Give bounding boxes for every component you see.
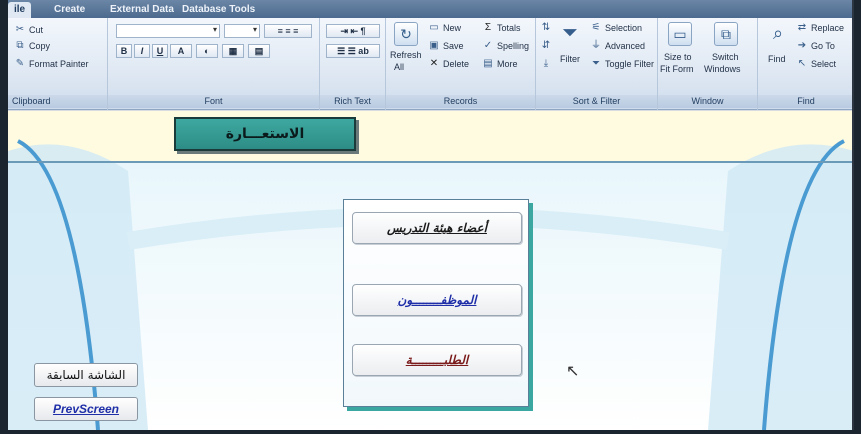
filter-button[interactable]: Filter	[560, 54, 580, 64]
select-button[interactable]: ↖ Select	[796, 58, 836, 70]
scissors-icon: ✂	[15, 24, 25, 35]
delete-record-button[interactable]: ✕ Delete	[428, 58, 469, 70]
sort-desc-button[interactable]: ⇵	[540, 40, 552, 52]
refresh-icon[interactable]: ↻	[394, 22, 418, 46]
cut-button[interactable]: ✂ Cut	[14, 24, 43, 36]
font-label: Font	[108, 95, 319, 108]
advanced-filter-icon: ⏚	[591, 40, 601, 51]
tab-file[interactable]: ile	[8, 2, 32, 18]
toggle-filter-icon: ⏷	[592, 58, 600, 69]
switch-windows-icon[interactable]: ⧉	[714, 22, 738, 46]
chevron-down-icon: ▾	[212, 25, 217, 34]
replace-button[interactable]: ⇄ Replace	[796, 22, 844, 34]
records-label: Records	[386, 95, 535, 108]
records-group: ↻ Refresh All ▭ New ▣ Save ✕ Delete Σ Totals…	[386, 18, 536, 110]
advanced-button[interactable]: ⏚ Advanced	[590, 40, 645, 52]
clipboard-group: ✂ Cut ⧉ Copy ✎ Format Painter Clipboard	[8, 18, 108, 110]
save-icon: ▣	[429, 40, 439, 51]
replace-icon: ⇄	[797, 22, 807, 33]
chevron-down-icon: ▾	[252, 25, 257, 34]
window-label: Window	[658, 95, 757, 108]
tab-create[interactable]: Create	[48, 2, 91, 18]
new-record-button[interactable]: ▭ New	[428, 22, 461, 34]
refresh-all-button[interactable]: Refresh	[390, 50, 422, 60]
copy-button[interactable]: ⧉ Copy	[14, 40, 50, 52]
goto-button[interactable]: ➔ Go To	[796, 40, 835, 52]
more-icon: ▤	[483, 58, 493, 69]
copy-icon: ⧉	[16, 40, 24, 51]
clipboard-label: Clipboard	[8, 95, 107, 108]
sort-filter-group: ⇅ ⇵ ⤓ ⏷ Filter ⚟ Selection ⏚ Advanced ⏷ Tog…	[536, 18, 658, 110]
clear-sort-icon: ⤓	[543, 58, 549, 69]
switch-label[interactable]: Switch	[712, 52, 739, 62]
font-size-combo[interactable]: ▾	[224, 24, 260, 38]
ribbon-tab-strip: ile Create External Data Database Tools	[8, 0, 852, 18]
italic-button[interactable]: I	[134, 44, 150, 58]
selection-icon: ⚟	[591, 22, 601, 33]
fit-form-label[interactable]: Fit Form	[660, 64, 694, 74]
fill-color-button[interactable]: ◐	[196, 44, 218, 58]
sort-descending-icon: ⇵	[541, 40, 551, 51]
align-buttons[interactable]: ≡ ≡ ≡	[264, 24, 312, 38]
size-to-label[interactable]: Size to	[664, 52, 692, 62]
mouse-pointer-icon: ↖	[566, 363, 580, 380]
gridlines-button[interactable]: ▦	[222, 44, 244, 58]
tab-database-tools[interactable]: Database Tools	[176, 2, 261, 18]
sort-asc-button[interactable]: ⇅	[540, 22, 552, 34]
font-color-button[interactable]: A	[170, 44, 192, 58]
toggle-filter-button[interactable]: ⏷ Toggle Filter	[590, 58, 654, 70]
navigation-panel: أعضاء هيئة التدريس الموظفــــــــون الطل…	[343, 199, 529, 407]
sigma-icon: Σ	[484, 22, 492, 33]
more-button[interactable]: ▤ More	[482, 58, 517, 70]
format-painter-button[interactable]: ✎ Format Painter	[14, 58, 89, 70]
ribbon: ✂ Cut ⧉ Copy ✎ Format Painter Clipboard ▾ ▾…	[8, 18, 852, 110]
students-button[interactable]: الطلبـــــــــة	[352, 344, 522, 376]
totals-button[interactable]: Σ Totals	[482, 22, 521, 34]
windows-label[interactable]: Windows	[704, 64, 741, 74]
arrow-right-icon: ➔	[797, 40, 807, 51]
form-title: الاستعـــارة	[174, 117, 356, 151]
spelling-button[interactable]: ✓ Spelling	[482, 40, 529, 52]
bold-button[interactable]: B	[116, 44, 132, 58]
header-divider	[8, 161, 852, 163]
previous-screen-button-ar[interactable]: الشاشة السابقة	[34, 363, 138, 387]
font-group: ▾ ▾ ≡ ≡ ≡ B I U A ◐ ▦ ▤ Font	[108, 18, 320, 110]
new-record-icon: ▭	[429, 22, 439, 33]
form-canvas: الاستعـــارة أعضاء هيئة التدريس الموظفــ…	[8, 111, 852, 430]
find-label: Find	[758, 95, 852, 108]
find-button[interactable]: Find	[768, 54, 786, 64]
rich-text-label: Rich Text	[320, 95, 385, 108]
window-group: ▭ ⧉ Size to Fit Form Switch Windows Wind…	[658, 18, 758, 110]
filter-funnel-icon[interactable]: ⏷	[558, 22, 582, 46]
brush-icon: ✎	[15, 58, 25, 69]
access-window: ile Create External Data Database Tools …	[8, 0, 854, 430]
employees-button[interactable]: الموظفــــــــون	[352, 284, 522, 316]
clear-sort-button[interactable]: ⤓	[540, 58, 552, 70]
delete-icon: ✕	[429, 58, 439, 69]
rich-text-group: ⇥ ⇤ ¶ ☰ ☰ ab Rich Text	[320, 18, 386, 110]
font-name-combo[interactable]: ▾	[116, 24, 220, 38]
sort-filter-label: Sort & Filter	[536, 95, 657, 108]
list-buttons[interactable]: ☰ ☰ ab	[326, 44, 380, 58]
binoculars-icon[interactable]: ⌕	[766, 22, 790, 46]
underline-button[interactable]: U	[152, 44, 168, 58]
selection-button[interactable]: ⚟ Selection	[590, 22, 643, 34]
sort-ascending-icon: ⇅	[541, 22, 551, 33]
refresh-all-sub: All	[394, 62, 405, 72]
spelling-icon: ✓	[483, 40, 493, 51]
size-to-fit-icon[interactable]: ▭	[668, 22, 692, 46]
tab-external-data[interactable]: External Data	[104, 2, 180, 18]
find-group: ⌕ Find ⇄ Replace ➔ Go To ↖ Select Find	[758, 18, 852, 110]
faculty-members-button[interactable]: أعضاء هيئة التدريس	[352, 212, 522, 244]
previous-screen-button-en[interactable]: PrevScreen	[34, 397, 138, 421]
pointer-icon: ↖	[797, 58, 807, 69]
indent-buttons[interactable]: ⇥ ⇤ ¶	[326, 24, 380, 38]
save-record-button[interactable]: ▣ Save	[428, 40, 463, 52]
alt-row-color-button[interactable]: ▤	[248, 44, 270, 58]
